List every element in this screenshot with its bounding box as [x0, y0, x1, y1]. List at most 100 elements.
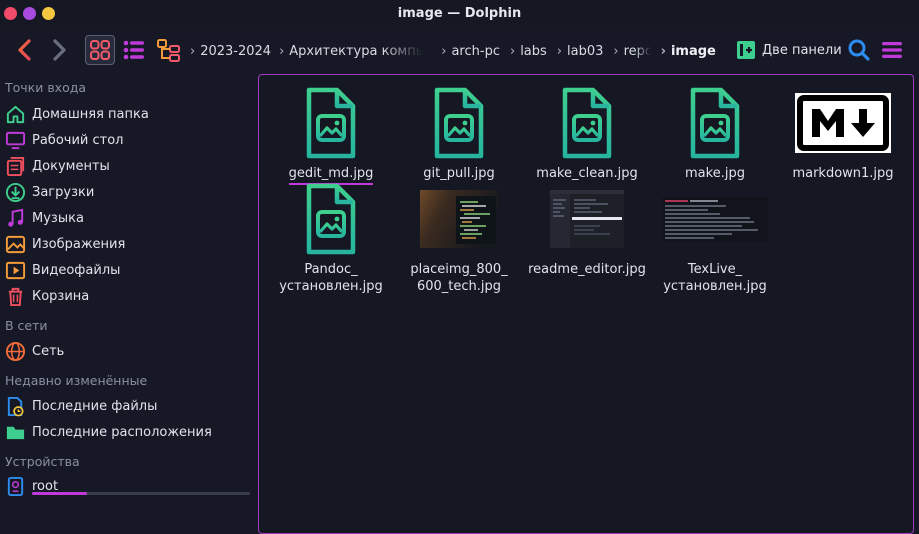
file-item[interactable]: make.jpg [651, 83, 779, 182]
sidebar-item-pictures[interactable]: Изображения [5, 232, 125, 256]
split-panels-icon [737, 41, 755, 59]
chevron-right-icon: › [441, 43, 447, 59]
file-item[interactable]: Pandoc_ установлен.jpg [267, 179, 395, 295]
sidebar-item-network[interactable]: Сеть [5, 339, 64, 363]
documents-icon [6, 156, 25, 176]
desktop-icon [5, 131, 26, 149]
sidebar-item-label: Домашняя папка [32, 106, 149, 122]
file-name: readme_editor.jpg [528, 262, 646, 277]
file-name-line-1: TexLive_ [687, 262, 743, 277]
search-icon [848, 39, 870, 61]
hamburger-menu-button[interactable] [879, 37, 905, 63]
grid-view-icon [90, 40, 110, 60]
forward-button[interactable] [46, 36, 72, 64]
home-icon [6, 105, 25, 123]
file-name-line-2: 600_tech.jpg [416, 279, 502, 294]
split-view-label: Две панели [762, 42, 842, 58]
icons-view-button[interactable] [85, 35, 115, 65]
sidebar-item-label: Последние файлы [32, 398, 158, 414]
sidebar-item-label: Загрузки [32, 184, 95, 200]
sidebar-item-label: Корзина [32, 288, 90, 304]
chevron-right-icon: › [509, 43, 516, 59]
sidebar-item-home[interactable]: Домашняя папка [5, 102, 149, 126]
disk-usage-fill [32, 492, 87, 495]
chevron-right-icon: › [556, 43, 562, 59]
sidebar-item-recent-locations[interactable]: Последние расположения [5, 420, 212, 444]
sidebar-item-trash[interactable]: Корзина [5, 284, 89, 308]
details-view-button[interactable] [120, 36, 148, 64]
sidebar-item-label: Сеть [32, 343, 65, 359]
breadcrumb-current[interactable]: › image [657, 44, 716, 59]
file-item[interactable]: TexLive_ установлен.jpg [651, 179, 779, 295]
tech-photo-thumbnail [395, 179, 523, 259]
places-panel: Точки входа Домашняя папка Рабочий стол … [0, 74, 258, 524]
chevron-right-icon: › [279, 43, 285, 59]
sidebar-item-label: Видеофайлы [32, 262, 121, 278]
sidebar-item-downloads[interactable]: Загрузки [5, 180, 94, 204]
search-button[interactable] [846, 37, 872, 63]
arrow-left-icon [18, 39, 31, 61]
file-item[interactable]: placeimg_800_ 600_tech.jpg [395, 179, 523, 295]
sidebar-item-music[interactable]: Музыка [5, 206, 84, 230]
drive-icon [7, 476, 24, 496]
disk-usage-bar [32, 492, 250, 495]
videos-icon [5, 261, 26, 279]
title-bar: image — Dolphin [0, 0, 919, 28]
section-title-places: Точки входа [5, 80, 87, 95]
editor-screenshot-thumbnail [523, 179, 651, 259]
tree-view-icon [157, 39, 180, 62]
markdown-logo-thumbnail [779, 83, 907, 163]
recent-files-icon [7, 396, 24, 416]
sidebar-item-label: Музыка [32, 210, 84, 226]
sidebar-item-videos[interactable]: Видеофайлы [5, 258, 120, 282]
chevron-right-icon: › [660, 43, 666, 59]
file-item[interactable]: readme_editor.jpg [523, 179, 651, 278]
image-file-icon [267, 179, 395, 259]
file-name-line-2: установлен.jpg [279, 279, 383, 294]
file-view[interactable]: gedit_md.jpg git_pull.jpg make_clean.jpg… [258, 74, 914, 534]
file-name-line-1: placeimg_800_ [410, 262, 508, 277]
breadcrumb-item[interactable]: › lab03 [553, 44, 604, 59]
sidebar-item-documents[interactable]: Документы [5, 154, 110, 178]
breadcrumb-item[interactable]: ›report [609, 44, 650, 59]
file-item[interactable]: markdown1.jpg [779, 83, 907, 182]
back-button[interactable] [12, 36, 38, 64]
breadcrumb-item[interactable]: › arch-pc [437, 44, 500, 59]
sidebar-item-label: Документы [32, 158, 110, 174]
image-file-icon [523, 83, 651, 163]
file-item[interactable]: make_clean.jpg [523, 83, 651, 182]
breadcrumb: ›2023-2024 ›Архитектура компьютеров ›arc… [186, 41, 716, 61]
network-icon [5, 341, 26, 361]
toolbar: ›2023-2024 ›Архитектура компьютеров ›arc… [0, 28, 919, 72]
folder-tree-button[interactable] [155, 36, 183, 64]
section-title-network: В сети [5, 318, 48, 333]
file-name-line-2: установлен.jpg [663, 279, 767, 294]
sidebar-item-label: Изображения [32, 236, 126, 252]
image-file-icon [651, 83, 779, 163]
file-item[interactable]: git_pull.jpg [395, 83, 523, 182]
section-title-recent: Недавно изменённые [5, 373, 148, 388]
split-view-button[interactable]: Две панели [736, 36, 842, 64]
trash-icon [8, 287, 23, 306]
hamburger-menu-icon [882, 42, 902, 58]
sidebar-item-recent-files[interactable]: Последние файлы [5, 394, 157, 418]
file-item[interactable]: gedit_md.jpg [267, 83, 395, 185]
sidebar-item-desktop[interactable]: Рабочий стол [5, 128, 123, 152]
downloads-icon [5, 182, 26, 202]
breadcrumb-item[interactable]: › 2023-2024 [186, 44, 271, 59]
image-file-icon [267, 83, 395, 163]
list-view-icon [123, 40, 144, 60]
file-name-line-1: Pandoc_ [304, 262, 358, 277]
pictures-icon [5, 235, 26, 253]
chevron-right-icon: › [190, 43, 196, 59]
breadcrumb-item[interactable]: ›Архитектура компьютеров [275, 44, 423, 59]
sidebar-item-label: Рабочий стол [32, 132, 124, 148]
file-name: markdown1.jpg [792, 166, 894, 181]
breadcrumb-item[interactable]: › labs [506, 44, 547, 59]
music-icon [8, 208, 24, 227]
image-file-icon [395, 83, 523, 163]
arrow-right-icon [53, 39, 66, 61]
section-title-devices: Устройства [5, 454, 80, 469]
recent-locations-icon [6, 426, 25, 439]
sidebar-item-label: Последние расположения [32, 424, 212, 440]
